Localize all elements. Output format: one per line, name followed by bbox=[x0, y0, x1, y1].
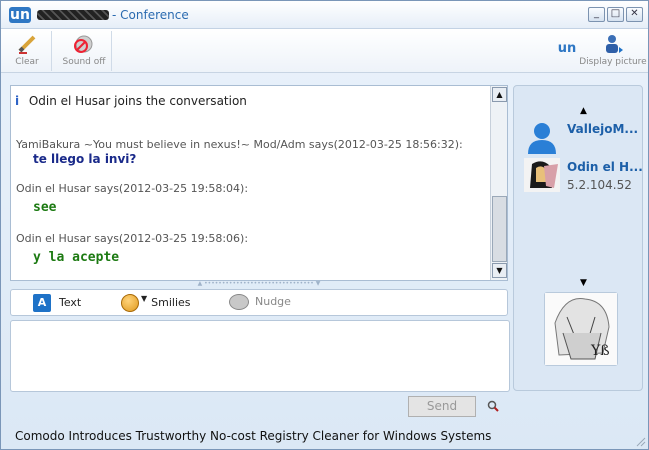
dropdown-arrow-icon: ▼ bbox=[141, 294, 148, 303]
message-body: see bbox=[33, 200, 57, 215]
message-header: YamiBakura ~You must believe in nexus!~ … bbox=[16, 138, 463, 151]
user-picture-icon bbox=[606, 35, 623, 53]
clear-label: Clear bbox=[15, 57, 39, 67]
participant-name: Odin el H... bbox=[567, 160, 643, 174]
sound-off-button[interactable]: Sound off bbox=[61, 33, 107, 67]
message-body: y la acepte bbox=[33, 250, 120, 265]
system-message-text: Odin el Husar joins the conversation bbox=[28, 94, 247, 108]
maximize-button[interactable]: □ bbox=[607, 7, 624, 22]
svg-text:Yß: Yß bbox=[590, 343, 610, 359]
default-user-avatar bbox=[528, 123, 556, 154]
system-message: i Odin el Husar joins the conversation bbox=[15, 94, 247, 108]
message-header: Odin el Husar says(2012-03-25 19:58:04): bbox=[16, 182, 249, 195]
message-list: i Odin el Husar joins the conversation Y… bbox=[15, 90, 489, 276]
smilies-label: Smilies bbox=[151, 296, 191, 309]
display-picture-button[interactable]: Display picture bbox=[579, 33, 647, 67]
anime-portrait-image: Yß bbox=[545, 293, 617, 365]
app-logo: un bbox=[9, 7, 31, 23]
nudge-button[interactable]: Nudge bbox=[229, 294, 291, 310]
scroll-up-arrow-icon[interactable]: ▲ bbox=[580, 106, 587, 116]
un-logo: un bbox=[557, 41, 577, 56]
text-format-label: Text bbox=[59, 296, 82, 309]
news-ticker[interactable]: Comodo Introduces Trustworthy No-cost Re… bbox=[15, 429, 491, 443]
conference-window: un - Conference _ □ ✕ Clear Sound off un… bbox=[0, 0, 649, 450]
text-format-button[interactable]: A Text bbox=[33, 294, 81, 312]
redacted-username bbox=[37, 10, 109, 20]
pencil-icon bbox=[18, 35, 36, 54]
toolbar-divider bbox=[51, 31, 52, 71]
participant-avatar bbox=[524, 158, 560, 192]
pane-splitter[interactable]: ▲ ••••••••••••••••••••••••••••••• ▼ bbox=[10, 281, 508, 287]
title-bar[interactable]: un - Conference _ □ ✕ bbox=[1, 1, 648, 29]
participant-item[interactable]: Odin el H... 5.2.104.52 bbox=[524, 158, 643, 192]
toolbar: Clear Sound off un Display picture bbox=[1, 29, 648, 73]
text-format-icon: A bbox=[33, 294, 51, 312]
scroll-thumb[interactable] bbox=[492, 196, 507, 262]
participant-name: VallejoM... bbox=[567, 122, 639, 136]
sound-off-icon bbox=[74, 35, 93, 53]
close-button[interactable]: ✕ bbox=[626, 7, 643, 22]
scroll-down-button[interactable]: ▼ bbox=[492, 263, 507, 278]
message-body: te llego la invi? bbox=[33, 152, 137, 166]
magnifier-icon[interactable] bbox=[487, 400, 499, 412]
message-input[interactable] bbox=[10, 320, 510, 392]
display-picture-label: Display picture bbox=[579, 57, 647, 67]
clear-button[interactable]: Clear bbox=[13, 33, 41, 67]
nudge-label: Nudge bbox=[255, 295, 291, 308]
chat-history[interactable]: i Odin el Husar joins the conversation Y… bbox=[10, 85, 508, 281]
window-title: - Conference bbox=[112, 8, 189, 22]
participant-status: 5.2.104.52 bbox=[567, 178, 632, 192]
nudge-icon bbox=[229, 294, 249, 310]
message-header: Odin el Husar says(2012-03-25 19:58:06): bbox=[16, 232, 249, 245]
resize-grip-icon[interactable] bbox=[634, 435, 646, 447]
scroll-up-button[interactable]: ▲ bbox=[492, 87, 507, 102]
chat-scrollbar[interactable]: ▲ ▼ bbox=[490, 86, 507, 280]
minimize-button[interactable]: _ bbox=[588, 7, 605, 22]
participants-panel: ▲ VallejoM... Odin el H... 5.2.104.52 ▼ bbox=[513, 85, 643, 391]
smiley-icon bbox=[121, 294, 139, 312]
toolbar-divider bbox=[111, 31, 112, 71]
scroll-down-arrow-icon[interactable]: ▼ bbox=[580, 278, 587, 288]
smilies-button[interactable]: ▼ Smilies bbox=[121, 294, 191, 312]
format-bar: A Text ▼ Smilies Nudge bbox=[10, 289, 508, 316]
sound-off-label: Sound off bbox=[62, 57, 106, 67]
send-button[interactable]: Send bbox=[408, 396, 476, 417]
own-display-picture[interactable]: Yß bbox=[544, 292, 618, 366]
participant-item[interactable]: VallejoM... bbox=[524, 120, 642, 154]
info-icon: i bbox=[15, 94, 20, 108]
